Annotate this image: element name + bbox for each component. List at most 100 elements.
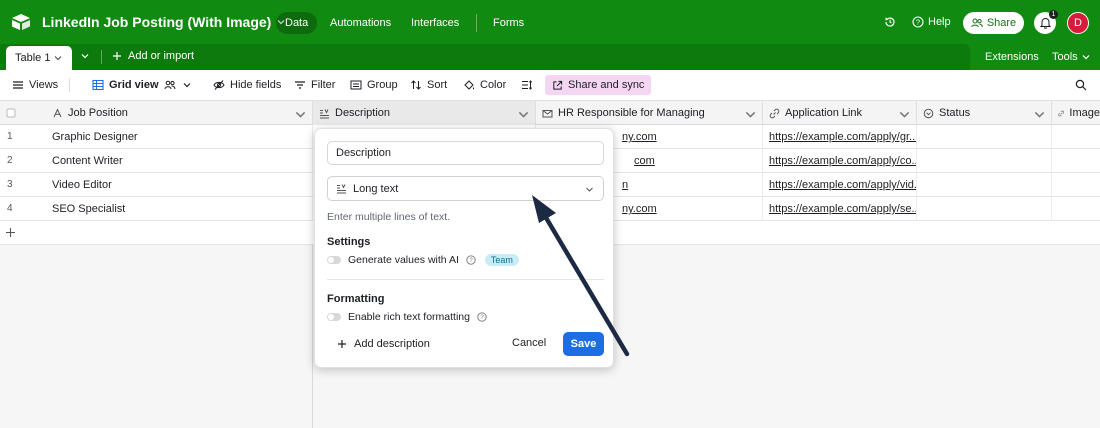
top-bar: LinkedIn Job Posting (With Image) Data A… [0, 0, 1100, 44]
people-icon [971, 18, 983, 28]
plus-icon [113, 52, 121, 60]
column-header-label: Image [1069, 107, 1100, 119]
add-or-import-button[interactable]: Add or import [112, 50, 194, 62]
column-header-description[interactable]: Description [313, 101, 536, 125]
cell-application-link[interactable]: https://example.com/apply/vid... [763, 173, 917, 197]
chevron-down-icon [586, 187, 593, 192]
cell-job-position[interactable]: Graphic Designer [46, 125, 313, 149]
team-badge: Team [484, 254, 519, 266]
single-select-icon [923, 108, 934, 118]
help-icon[interactable]: ? [477, 312, 487, 322]
cell-application-link[interactable]: https://example.com/apply/se... [763, 197, 917, 221]
views-button[interactable]: Views [12, 77, 58, 93]
plus-icon [338, 340, 346, 348]
cell-image[interactable] [1052, 149, 1100, 173]
cell-image[interactable] [1052, 197, 1100, 221]
share-external-icon [553, 80, 563, 90]
cancel-button[interactable]: Cancel [512, 337, 546, 349]
hide-fields-button[interactable]: Hide fields [213, 77, 281, 93]
column-header-hr-responsible[interactable]: HR Responsible for Managing [536, 101, 763, 125]
chevron-down-icon [899, 111, 910, 118]
help-icon[interactable]: ? [466, 255, 476, 265]
rich-text-toggle[interactable] [327, 313, 341, 321]
ai-toggle[interactable] [327, 256, 341, 264]
tab-table-1-label: Table 1 [15, 52, 51, 64]
save-button[interactable]: Save [563, 332, 604, 356]
cell-application-link[interactable]: https://example.com/apply/co... [763, 149, 917, 173]
toolbar-divider [69, 78, 70, 92]
base-title[interactable]: LinkedIn Job Posting (With Image) [42, 14, 285, 30]
group-button[interactable]: Group [350, 77, 398, 93]
chevron-down-icon [55, 56, 62, 61]
long-text-icon [337, 184, 346, 194]
svg-text:?: ? [480, 315, 484, 321]
field-config-popover: Long text Enter multiple lines of text. … [314, 128, 614, 368]
column-header-label: Application Link [785, 107, 863, 119]
extensions-button[interactable]: Extensions [985, 51, 1039, 63]
grid-view-button[interactable]: Grid view [92, 77, 193, 93]
section-divider [327, 279, 604, 280]
column-header-image[interactable]: Image [1052, 101, 1100, 125]
filter-label: Filter [311, 79, 336, 91]
filter-icon [295, 81, 305, 89]
svg-text:?: ? [916, 18, 920, 27]
grid-view-label: Grid view [109, 79, 159, 91]
cell-status[interactable] [917, 149, 1052, 173]
hide-fields-label: Hide fields [230, 79, 282, 91]
eye-off-icon [213, 80, 225, 90]
cell-application-link[interactable]: https://example.com/apply/gr... [763, 125, 917, 149]
base-title-text: LinkedIn Job Posting (With Image) [42, 14, 272, 30]
cell-job-position[interactable]: Content Writer [46, 149, 313, 173]
column-header-job-position[interactable]: Job Position [46, 101, 313, 125]
nav-tab-data[interactable]: Data [276, 12, 318, 34]
field-type-select[interactable]: Long text [327, 176, 604, 201]
column-header-status[interactable]: Status [917, 101, 1052, 125]
add-description-button[interactable]: Add description [337, 338, 430, 350]
grid-icon [92, 79, 104, 91]
field-type-label: Long text [353, 182, 399, 195]
search-icon[interactable] [1075, 79, 1087, 91]
cell-image[interactable] [1052, 125, 1100, 149]
row-height-icon [522, 80, 533, 90]
cell-status[interactable] [917, 197, 1052, 221]
sort-button[interactable]: Sort [410, 77, 447, 93]
color-label: Color [480, 79, 507, 91]
bell-icon [1039, 18, 1051, 29]
row-height-button[interactable] [521, 77, 533, 93]
table-tab-bar: Table 1 Add or import Extensions Tools [0, 44, 1100, 70]
column-header-application-link[interactable]: Application Link [763, 101, 917, 125]
collaborators-icon [164, 80, 176, 90]
tab-table-1[interactable]: Table 1 [6, 46, 72, 70]
share-label: Share [986, 17, 1017, 29]
paint-bucket-icon [464, 80, 475, 90]
filter-button[interactable]: Filter [294, 77, 335, 93]
avatar[interactable]: D [1067, 12, 1089, 34]
cell-status[interactable] [917, 173, 1052, 197]
cell-job-position[interactable]: SEO Specialist [46, 197, 313, 221]
cell-job-position[interactable]: Video Editor [46, 173, 313, 197]
email-icon [542, 109, 553, 117]
cell-image[interactable] [1052, 173, 1100, 197]
field-name-input[interactable] [327, 141, 604, 165]
color-button[interactable]: Color [463, 77, 506, 93]
nav-tab-automations[interactable]: Automations [321, 12, 400, 34]
notifications-button[interactable]: 1 [1034, 10, 1058, 34]
chevron-down-icon [295, 111, 306, 118]
sort-icon [411, 80, 421, 90]
share-and-sync-button[interactable]: Share and sync [545, 75, 652, 95]
chevron-down-icon[interactable] [80, 51, 90, 61]
tools-button[interactable]: Tools [1052, 51, 1090, 63]
ai-toggle-row: Generate values with AI ? Team [327, 254, 519, 266]
select-all-checkbox[interactable] [0, 101, 30, 125]
nav-tab-interfaces[interactable]: Interfaces [402, 12, 468, 34]
share-button[interactable]: Share [963, 12, 1024, 34]
row-number: 1 [7, 131, 13, 142]
field-type-description: Enter multiple lines of text. [327, 211, 451, 223]
nav-tab-forms[interactable]: Forms [484, 12, 533, 34]
history-icon[interactable] [884, 16, 896, 28]
chevron-down-icon [183, 83, 190, 88]
help-button[interactable]: ? Help [912, 16, 951, 28]
airtable-logo-icon[interactable] [11, 13, 31, 31]
add-description-label: Add description [354, 338, 430, 350]
cell-status[interactable] [917, 125, 1052, 149]
